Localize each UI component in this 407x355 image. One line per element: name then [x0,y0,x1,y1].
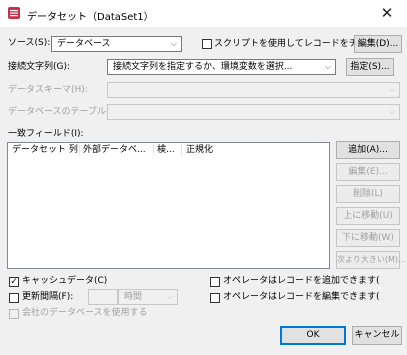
move-up-button[interactable]: 上に移動(U) [336,207,400,225]
schema-label: データスキーマ(H): [8,85,88,95]
script-checkbox[interactable] [202,39,212,49]
refresh-unit-select[interactable]: 時間 ⌵ [118,289,178,305]
source-label: ソース(S): [8,38,51,48]
ok-button[interactable]: OK [280,326,346,345]
specify-button[interactable]: 指定(S)... [346,58,394,76]
chevron-down-icon: ⌵ [324,62,331,71]
chevron-down-icon: ⌵ [170,39,177,48]
edit-d-button[interactable]: 編集(D)... [354,35,402,53]
fields-list[interactable] [7,142,330,269]
column-header-external[interactable]: 外部データベ... [83,144,146,156]
column-header-dataset[interactable]: データセット 列 [12,144,78,156]
chevron-down-icon: ⌵ [388,85,395,94]
column-divider [181,144,182,156]
column-header-search[interactable]: 検... [157,144,175,156]
column-header-normalize[interactable]: 正規化 [186,144,213,156]
connection-value: 接続文字列を指定するか、環境変数を選択... [113,62,293,72]
next-greater-button[interactable]: 次より大きい(M)... [336,251,406,269]
script-checkbox-label: スクリプトを使用してレコードをチェッ [214,39,376,49]
refresh-checkbox[interactable] [9,293,19,303]
company-db-label: 会社のデータベースを使用する [22,308,148,318]
operator-add-label: オペレータはレコードを追加できます( [223,276,380,286]
move-down-button[interactable]: 下に移動(W) [336,229,400,247]
cache-label: キャッシュデータ(C) [22,276,108,286]
operator-add-checkbox[interactable] [210,277,220,287]
operator-edit-label: オペレータはレコードを編集できます( [223,292,380,302]
refresh-unit-value: 時間 [124,292,143,302]
fields-label: 一致フィールド(I): [8,129,84,139]
chevron-down-icon: ⌵ [166,292,173,301]
dialog-title: データセット（DataSet1） [27,12,154,23]
refresh-interval-input[interactable] [88,289,118,305]
operator-edit-checkbox[interactable] [210,293,220,303]
source-value: データベース [57,39,111,49]
dataset-app-icon [8,7,20,19]
column-divider [153,144,154,156]
cache-checkbox[interactable]: ✓ [9,277,19,287]
column-divider [79,144,80,156]
close-icon[interactable]: ✕ [376,3,398,23]
company-db-checkbox[interactable] [9,309,19,319]
add-button[interactable]: 追加(A)... [336,141,400,159]
chevron-down-icon: ⌵ [388,107,395,116]
schema-select[interactable]: ⌵ [107,82,400,98]
table-select[interactable]: ⌵ [107,104,400,120]
delete-button[interactable]: 削除(L) [336,185,400,203]
connection-label: 接続文字列(G): [8,62,71,72]
table-label: データベースのテーブル(D) [8,107,120,117]
cancel-button[interactable]: キャンセル [352,326,402,345]
connection-select[interactable]: 接続文字列を指定するか、環境変数を選択... ⌵ [107,59,336,75]
refresh-label: 更新間隔(F): [22,292,74,302]
source-select[interactable]: データベース ⌵ [51,36,182,52]
edit-e-button[interactable]: 編集(E)... [336,163,400,181]
